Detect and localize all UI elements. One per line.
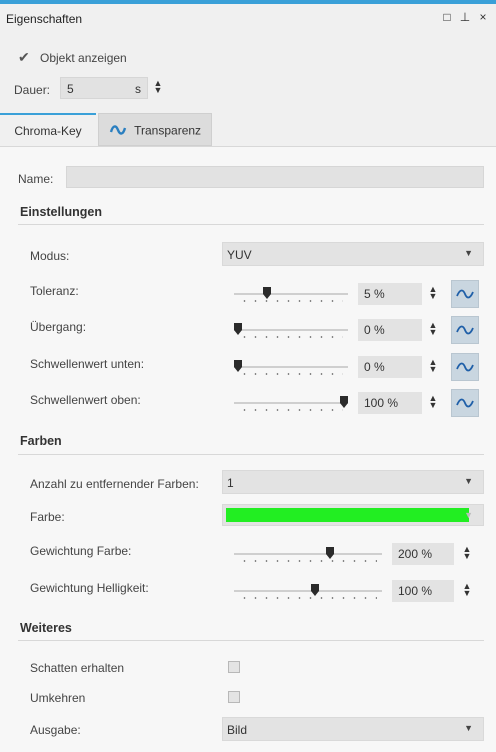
- schatten-checkbox[interactable]: [228, 661, 240, 673]
- section-divider: [18, 224, 484, 225]
- slider-3-value-field[interactable]: 100 %: [358, 392, 422, 414]
- duration-field[interactable]: 5 s: [60, 77, 148, 99]
- slider-3-slider-track[interactable]: [234, 402, 348, 404]
- slider-0-slider-ticks: [239, 299, 343, 303]
- tab-transparenz-label: Transparenz: [134, 123, 202, 138]
- slider-1-slider-track[interactable]: [234, 329, 348, 331]
- gewichtung-farbe-value-field[interactable]: 200 %: [392, 543, 454, 565]
- tab-transparenz[interactable]: Transparenz: [98, 113, 212, 146]
- slider-0-slider-track[interactable]: [234, 293, 348, 295]
- anzahl-dropdown[interactable]: 1 ▼: [222, 470, 484, 494]
- tab-chroma-key[interactable]: Chroma-Key: [0, 113, 96, 146]
- umkehren-label: Umkehren: [30, 691, 86, 705]
- slider-3-slider-ticks: [239, 408, 343, 412]
- slider-2-spinner[interactable]: ▲ ▼: [428, 358, 438, 374]
- window-accent-bar: [0, 0, 496, 4]
- gewichtung-helligkeit-value-field[interactable]: 100 %: [392, 580, 454, 602]
- slider-1-slider-ticks: [239, 335, 343, 339]
- pin-icon[interactable]: ⊥: [458, 10, 472, 24]
- gewichtung-helligkeit-slider-thumb[interactable]: [311, 584, 319, 596]
- slider-3-value: 100 %: [364, 396, 399, 410]
- chevron-down-icon: ▼: [464, 476, 473, 486]
- ausgabe-dropdown[interactable]: Bild ▼: [222, 717, 484, 741]
- maximize-icon[interactable]: □: [440, 10, 454, 24]
- slider-1-slider-thumb[interactable]: [234, 323, 242, 335]
- duration-spinner[interactable]: ▲ ▼: [153, 79, 163, 95]
- chevron-down-icon: ▼: [464, 248, 473, 258]
- modus-label: Modus:: [30, 249, 70, 263]
- ausgabe-label: Ausgabe:: [30, 723, 81, 737]
- window-title: Eigenschaften: [6, 12, 83, 26]
- curve-icon[interactable]: [451, 389, 479, 417]
- object-show-checkbox[interactable]: ✔: [18, 50, 30, 64]
- section-farben: Farben: [20, 434, 62, 448]
- slider-2-slider-thumb[interactable]: [234, 360, 242, 372]
- section-divider: [18, 640, 484, 641]
- duration-value: 5: [67, 82, 74, 96]
- slider-2-slider-ticks: [239, 372, 343, 376]
- slider-0-slider-thumb[interactable]: [263, 287, 271, 299]
- anzahl-label: Anzahl zu entfernender Farben:: [30, 477, 199, 491]
- duration-unit: s: [135, 82, 141, 96]
- gewichtung-helligkeit-value: 100 %: [398, 584, 433, 598]
- slider-0-value-field[interactable]: 5 %: [358, 283, 422, 305]
- anzahl-value: 1: [227, 476, 234, 490]
- curve-icon[interactable]: [451, 280, 479, 308]
- slider-3-spinner[interactable]: ▲ ▼: [428, 394, 438, 410]
- curve-icon[interactable]: [451, 316, 479, 344]
- slider-0-value: 5 %: [364, 287, 385, 301]
- gewichtung-farbe-slider-ticks: [239, 559, 377, 563]
- slider-2-value: 0 %: [364, 360, 385, 374]
- slider-row-label: Übergang:: [30, 320, 87, 334]
- slider-2-slider-track[interactable]: [234, 366, 348, 368]
- section-divider: [18, 454, 484, 455]
- umkehren-checkbox[interactable]: [228, 691, 240, 703]
- chevron-down-icon: ▼: [464, 510, 473, 520]
- gewichtung-helligkeit-slider-ticks: [239, 596, 377, 600]
- transparency-icon: [109, 123, 127, 140]
- tab-chroma-key-label: Chroma-Key: [14, 124, 82, 138]
- farbe-label: Farbe:: [30, 510, 65, 524]
- schatten-label: Schatten erhalten: [30, 661, 125, 675]
- slider-1-value: 0 %: [364, 323, 385, 337]
- gewichtung-farbe-label: Gewichtung Farbe:: [30, 544, 132, 558]
- gewichtung-helligkeit-label: Gewichtung Helligkeit:: [30, 581, 149, 595]
- name-input[interactable]: [66, 166, 484, 188]
- slider-row-label: Toleranz:: [30, 284, 79, 298]
- slider-2-value-field[interactable]: 0 %: [358, 356, 422, 378]
- gewichtung-helligkeit-spinner[interactable]: ▲ ▼: [462, 582, 472, 598]
- section-weiteres: Weiteres: [20, 621, 72, 635]
- duration-label: Dauer:: [14, 83, 51, 97]
- chevron-down-icon: ▼: [464, 723, 473, 733]
- slider-1-value-field[interactable]: 0 %: [358, 319, 422, 341]
- slider-row-label: Schwellenwert oben:: [30, 393, 141, 407]
- slider-3-slider-thumb[interactable]: [340, 396, 348, 408]
- slider-row-label: Schwellenwert unten:: [30, 357, 145, 371]
- ausgabe-value: Bild: [227, 723, 248, 737]
- gewichtung-farbe-value: 200 %: [398, 547, 433, 561]
- name-label: Name:: [18, 172, 54, 186]
- gewichtung-helligkeit-slider-track[interactable]: [234, 590, 382, 592]
- close-icon[interactable]: ×: [476, 10, 490, 24]
- gewichtung-farbe-slider-track[interactable]: [234, 553, 382, 555]
- object-show-label: Objekt anzeigen: [40, 51, 127, 65]
- gewichtung-farbe-slider-thumb[interactable]: [326, 547, 334, 559]
- gewichtung-farbe-spinner[interactable]: ▲ ▼: [462, 545, 472, 561]
- slider-0-spinner[interactable]: ▲ ▼: [428, 285, 438, 301]
- curve-icon[interactable]: [451, 353, 479, 381]
- modus-value: YUV: [227, 248, 252, 262]
- color-swatch: [226, 508, 469, 522]
- section-einstellungen: Einstellungen: [20, 205, 102, 219]
- modus-dropdown[interactable]: YUV ▼: [222, 242, 484, 266]
- farbe-picker[interactable]: ▼: [222, 504, 484, 526]
- slider-1-spinner[interactable]: ▲ ▼: [428, 321, 438, 337]
